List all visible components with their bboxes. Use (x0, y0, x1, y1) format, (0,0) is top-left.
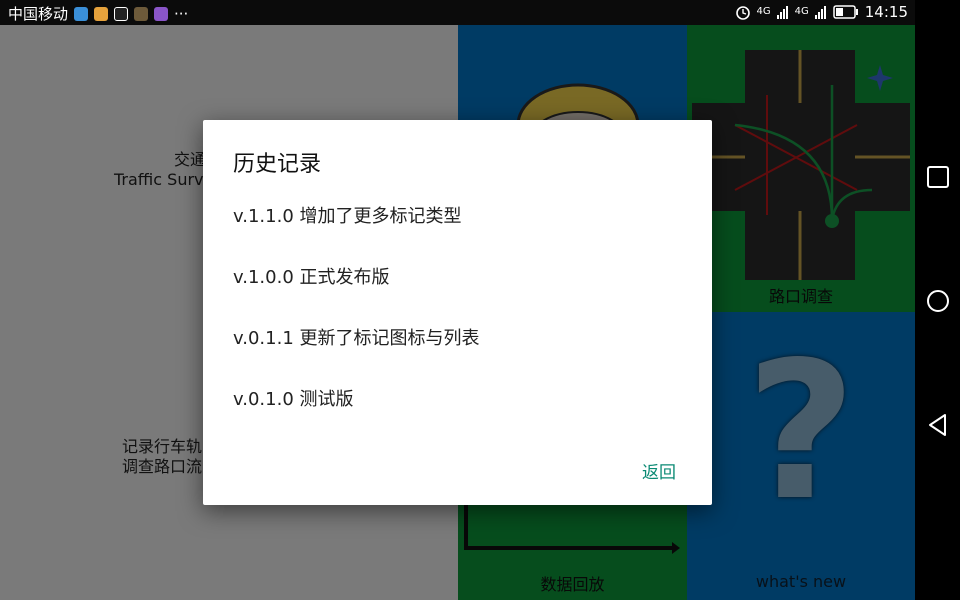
alarm-icon (735, 6, 750, 20)
recents-icon[interactable] (925, 164, 951, 190)
status-left: 中国移动 ··· (8, 3, 188, 24)
qq-app-icon (114, 6, 129, 21)
signal-icon-2 (814, 6, 826, 19)
network-type-2: 4G (794, 6, 809, 17)
status-bar: 中国移动 ··· 4G 4G 14:15 (0, 0, 960, 25)
weibo-app-icon (94, 6, 109, 21)
more-notifications-icon: ··· (174, 4, 189, 23)
version-list: v.1.1.0 增加了更多标记类型 v.1.0.0 正式发布版 v.0.1.1 … (233, 204, 693, 448)
version-item: v.0.1.1 更新了标记图标与列表 (233, 328, 480, 349)
network-type-1: 4G (756, 6, 771, 17)
history-dialog: 历史记录 v.1.1.0 增加了更多标记类型 v.1.0.0 正式发布版 v.0… (203, 120, 712, 505)
status-right: 4G 4G 14:15 (735, 3, 908, 21)
camera-app-icon (134, 6, 149, 21)
navigation-bar (915, 0, 960, 600)
browser-app-icon (74, 6, 89, 21)
back-button[interactable]: 返回 (642, 458, 676, 483)
version-item: v.1.0.0 正式发布版 (233, 267, 390, 288)
version-item: v.1.1.0 增加了更多标记类型 (233, 206, 462, 227)
home-icon[interactable] (925, 288, 951, 314)
gallery-app-icon (154, 6, 169, 21)
version-item: v.0.1.0 测试版 (233, 389, 354, 410)
dialog-title: 历史记录 (233, 152, 322, 177)
clock-time: 14:15 (864, 3, 908, 21)
signal-icon (776, 6, 788, 19)
back-icon[interactable] (925, 412, 951, 438)
carrier-label: 中国移动 (8, 5, 69, 23)
battery-icon (833, 5, 858, 19)
